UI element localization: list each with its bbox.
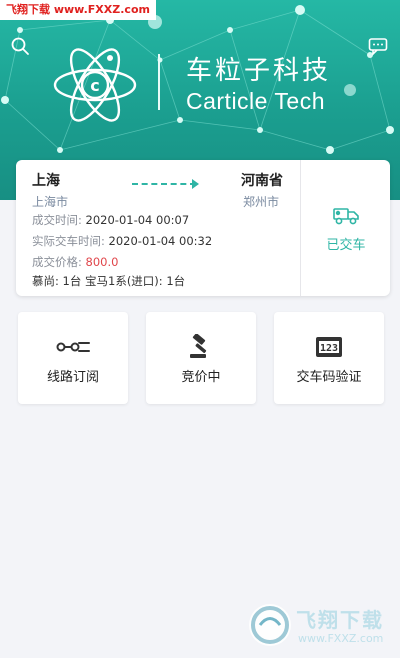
deal-time-value: 2020-01-04 00:07 [85,213,190,227]
deal-time-row: 成交时间: 2020-01-04 00:07 [32,212,189,228]
watermark-top: 飞翔下载 www.FXXZ.com [0,0,156,20]
delivery-time-value: 2020-01-04 00:32 [108,234,213,248]
price-value: 800.0 [85,255,119,269]
logo-divider [158,54,160,110]
watermark-bottom: 飞翔下载 www.FXXZ.com [246,598,392,652]
menu-route-subscribe[interactable]: 线路订阅 [18,312,128,404]
delivery-time-row: 实际交车时间: 2020-01-04 00:32 [32,233,212,249]
order-card[interactable]: 上海 河南省 上海市 郑州市 成交时间: 2020-01-04 00:07 实际… [16,160,390,296]
order-status-badge: 已交车 [326,238,366,253]
code-verify-icon: 123 [274,334,384,360]
brand-name-cn: 车粒子科技 [186,56,332,86]
auction-gavel-icon [146,334,256,360]
vehicle-list: 慕尚: 1台 宝马1系(进口): 1台 [32,274,186,288]
delivery-time-label: 实际交车时间: [32,234,105,248]
from-province: 上海 [32,173,60,189]
to-province: 河南省 [241,173,283,189]
brand-name-en: Carticle Tech [186,88,326,114]
search-icon[interactable] [8,34,32,58]
watermark-title: 飞翔下载 [296,608,384,632]
price-label: 成交价格: [32,255,82,269]
price-row: 成交价格: 800.0 [32,254,118,270]
order-status-panel: 已交车 [300,160,391,296]
brand-logo-icon: c [50,40,140,130]
truck-icon [331,204,361,230]
svg-text:c: c [90,76,99,95]
message-icon[interactable] [366,34,390,58]
from-city: 上海市 [32,195,69,209]
route-subscribe-icon [18,334,128,360]
menu-auction[interactable]: 竞价中 [146,312,256,404]
deal-time-label: 成交时间: [32,213,82,227]
svg-text:123: 123 [320,343,338,354]
menu-label: 线路订阅 [46,370,99,385]
menu-code-verify[interactable]: 123 交车码验证 [274,312,384,404]
to-city: 郑州市 [243,195,280,209]
watermark-url: www.FXXZ.com [298,632,384,645]
route-arrow-icon [192,179,199,189]
route-line [132,183,196,185]
menu-label: 交车码验证 [296,370,362,385]
menu-label: 竞价中 [181,370,221,385]
